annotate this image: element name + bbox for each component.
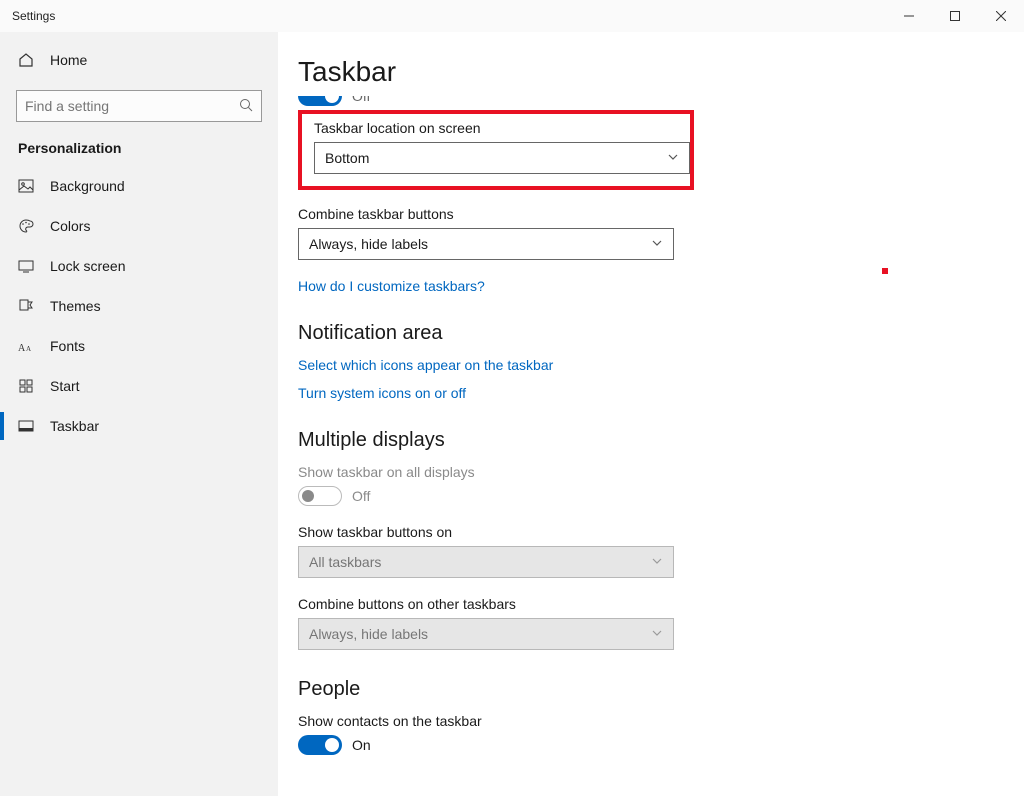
combine-taskbar-label: Combine taskbar buttons [298, 206, 674, 222]
partial-toggle-row: Off [298, 96, 1024, 106]
titlebar: Settings [0, 0, 1024, 32]
sidebar-item-label: Fonts [50, 338, 85, 354]
people-heading: People [298, 678, 1024, 701]
home-icon [18, 52, 34, 68]
sidebar-item-label: Lock screen [50, 258, 125, 274]
search-icon [239, 98, 253, 115]
sidebar-item-start[interactable]: Start [0, 366, 278, 406]
lock-screen-icon [18, 258, 34, 274]
show-taskbar-all-label: Show taskbar on all displays [298, 464, 1024, 480]
chevron-down-icon [651, 236, 663, 252]
select-icons-link[interactable]: Select which icons appear on the taskbar [298, 357, 1024, 373]
show-contacts-label: Show contacts on the taskbar [298, 713, 1024, 729]
category-heading: Personalization [0, 132, 278, 166]
toggle-state-label: On [352, 737, 371, 753]
sidebar-item-taskbar[interactable]: Taskbar [0, 406, 278, 446]
sidebar-item-label: Start [50, 378, 80, 394]
sidebar: Home Find a setting Personalization Back… [0, 32, 278, 796]
dropdown-value: Always, hide labels [309, 236, 428, 252]
partial-toggle[interactable] [298, 96, 342, 106]
dropdown-value: Always, hide labels [309, 626, 428, 642]
sidebar-item-label: Themes [50, 298, 101, 314]
home-button[interactable]: Home [0, 40, 278, 80]
combine-taskbar-dropdown[interactable]: Always, hide labels [298, 228, 674, 260]
sidebar-item-label: Background [50, 178, 125, 194]
chevron-down-icon [667, 150, 679, 166]
notification-area-heading: Notification area [298, 322, 1024, 345]
show-taskbar-all-toggle [298, 486, 342, 506]
start-icon [18, 378, 34, 394]
picture-icon [18, 178, 34, 194]
help-link[interactable]: How do I customize taskbars? [298, 278, 1024, 294]
annotation-dot [882, 268, 888, 274]
sidebar-item-colors[interactable]: Colors [0, 206, 278, 246]
toggle-state-label: Off [352, 488, 370, 504]
combine-other-dropdown: Always, hide labels [298, 618, 674, 650]
taskbar-icon [18, 418, 34, 434]
sidebar-item-lock-screen[interactable]: Lock screen [0, 246, 278, 286]
sidebar-item-themes[interactable]: Themes [0, 286, 278, 326]
combine-other-label: Combine buttons on other taskbars [298, 596, 674, 612]
palette-icon [18, 218, 34, 234]
window-title: Settings [0, 9, 55, 23]
search-placeholder: Find a setting [25, 98, 109, 114]
dropdown-value: Bottom [325, 150, 369, 166]
svg-text:A: A [18, 343, 26, 353]
close-button[interactable] [978, 0, 1024, 32]
minimize-button[interactable] [886, 0, 932, 32]
sidebar-item-label: Colors [50, 218, 90, 234]
themes-icon [18, 298, 34, 314]
show-buttons-on-dropdown: All taskbars [298, 546, 674, 578]
multiple-displays-heading: Multiple displays [298, 429, 1024, 452]
home-label: Home [50, 52, 87, 68]
partial-toggle-label: Off [352, 96, 370, 104]
chevron-down-icon [651, 554, 663, 570]
taskbar-location-label: Taskbar location on screen [314, 120, 678, 136]
dropdown-value: All taskbars [309, 554, 381, 570]
chevron-down-icon [651, 626, 663, 642]
sidebar-item-background[interactable]: Background [0, 166, 278, 206]
sidebar-item-fonts[interactable]: AA Fonts [0, 326, 278, 366]
fonts-icon: AA [18, 338, 34, 354]
page-title: Taskbar [298, 56, 1024, 88]
sidebar-item-label: Taskbar [50, 418, 99, 434]
taskbar-location-dropdown[interactable]: Bottom [314, 142, 690, 174]
search-input[interactable]: Find a setting [16, 90, 262, 122]
maximize-button[interactable] [932, 0, 978, 32]
show-contacts-toggle[interactable] [298, 735, 342, 755]
window-controls [886, 0, 1024, 32]
svg-text:A: A [26, 345, 31, 353]
main-content: Taskbar Off Taskbar location on screen B… [278, 32, 1024, 796]
show-buttons-on-label: Show taskbar buttons on [298, 524, 674, 540]
highlight-annotation: Taskbar location on screen Bottom [298, 110, 694, 190]
system-icons-link[interactable]: Turn system icons on or off [298, 385, 1024, 401]
